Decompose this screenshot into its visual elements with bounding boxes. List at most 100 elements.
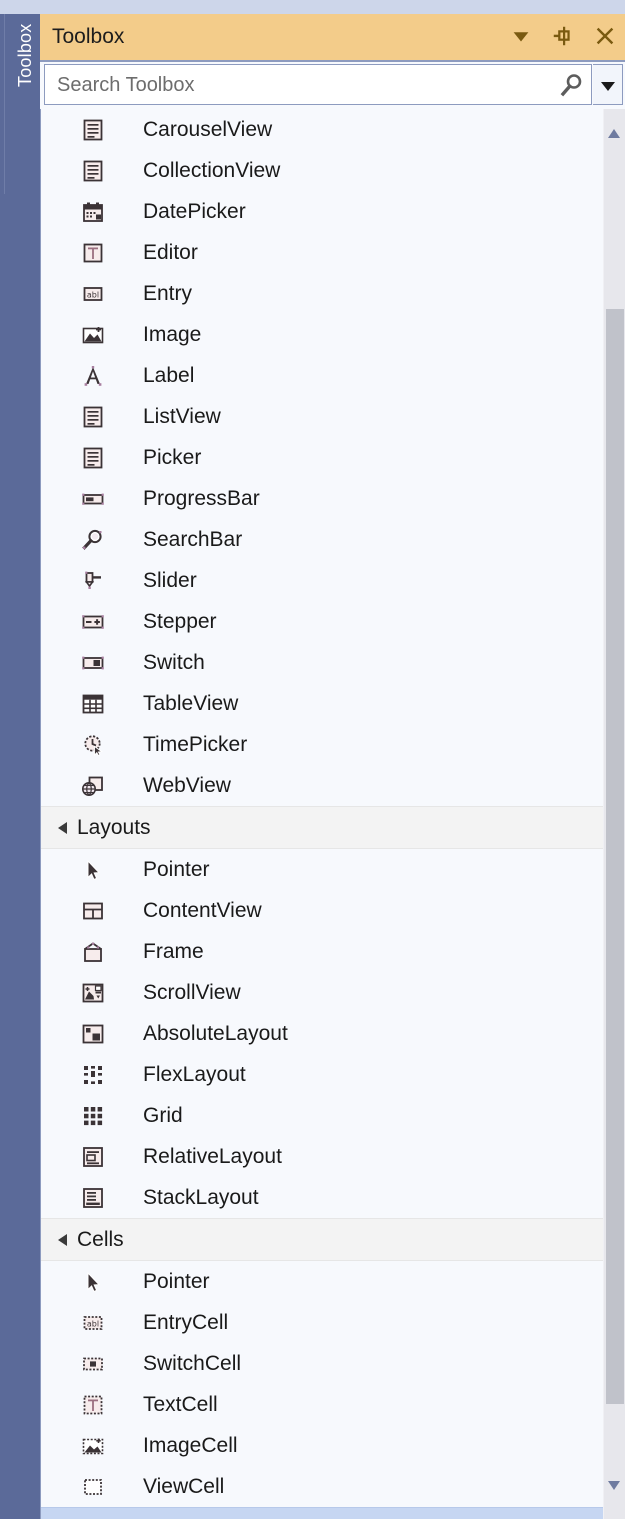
toolbox-item[interactable]: DatePicker [41,191,605,232]
toolbox-item[interactable]: AbsoluteLayout [41,1013,605,1054]
toolbox-item[interactable]: Grid [41,1095,605,1136]
toolbox-item[interactable]: SearchBar [41,519,605,560]
toolbox-item[interactable]: ViewCell [41,1466,605,1507]
switch-cell-icon [83,1357,103,1371]
dropdown-menu-button[interactable] [509,24,535,50]
toolbox-item[interactable]: ContentView [41,890,605,931]
toolbox-item-label: TimePicker [143,733,248,756]
pointer-icon-wrap [81,1270,105,1294]
toolbox-item[interactable]: StackLayout [41,1177,605,1218]
picker-icon [83,447,103,469]
auto-hide-button[interactable] [551,24,577,50]
progress-bar-icon-wrap [81,487,105,511]
toolbox-item[interactable]: ScrollView [41,972,605,1013]
vertical-scrollbar[interactable] [603,109,625,1519]
toolbox-item-label: StackLayout [143,1186,259,1209]
toolbox-item[interactable]: Label [41,355,605,396]
toolbox-item-label: FlexLayout [143,1063,246,1086]
toolbox-item[interactable]: CollectionView [41,150,605,191]
flex-layout-icon [84,1066,102,1084]
entry-icon-wrap: abl [81,282,105,306]
carousel-view-icon-wrap [81,118,105,142]
title-bar-buttons [509,14,619,60]
section-header-layouts[interactable]: Layouts [41,806,605,849]
toolbox-item-label: Grid [143,1104,183,1127]
switch-icon [82,656,104,670]
editor-icon-wrap [81,241,105,265]
image-icon-wrap [81,323,105,347]
toolbox-item[interactable]: ListView [41,396,605,437]
vertical-tab-toolbox[interactable]: Toolbox [4,14,41,194]
toolbox-item[interactable]: abl EntryCell [41,1302,605,1343]
toolbox-item[interactable]: FlexLayout [41,1054,605,1095]
switch-icon-wrap [81,651,105,675]
toolbox-item[interactable]: abl Entry [41,273,605,314]
image-cell-icon-wrap [81,1434,105,1458]
grid-icon [84,1107,103,1126]
toolbox-item-label: SwitchCell [143,1352,242,1375]
pin-icon [553,26,570,46]
toolbox-item[interactable]: TimePicker [41,724,605,765]
toolbox-item[interactable]: Slider [41,560,605,601]
view-cell-icon-wrap [81,1475,105,1499]
relative-layout-icon [83,1147,103,1167]
search-bar-icon-wrap [81,528,105,552]
scroll-view-icon-wrap [81,981,105,1005]
toolbox-item[interactable]: Pointer [41,1261,605,1302]
entry-icon: abl [83,287,103,301]
close-button[interactable] [593,24,619,50]
scroll-down-button[interactable] [604,1475,625,1497]
frame-icon [84,942,102,962]
section-header-general[interactable]: General [41,1507,605,1519]
toolbox-item-label: ListView [143,405,221,428]
table-view-icon-wrap [81,692,105,716]
toolbox-item[interactable]: Editor [41,232,605,273]
vertical-tab-label: Toolbox [15,24,35,88]
search-box[interactable] [44,64,592,106]
toolbox-item-label: DatePicker [143,200,246,223]
toolbox-item[interactable]: SwitchCell [41,1343,605,1384]
date-picker-icon-wrap [81,200,105,224]
scrollbar-thumb[interactable] [606,309,624,1404]
toolbox-item[interactable]: ImageCell [41,1425,605,1466]
toolbox-item[interactable]: Stepper [41,601,605,642]
toolbox-item[interactable]: TableView [41,683,605,724]
search-bar-icon [82,529,102,550]
toolbox-item[interactable]: RelativeLayout [41,1136,605,1177]
pointer-icon [87,859,101,881]
label-icon [84,366,102,386]
toolbox-item[interactable]: CarouselView [41,109,605,150]
toolbox-item-list[interactable]: CarouselView CollectionView DatePicker Edit… [40,109,625,1519]
toolbox-item[interactable]: TextCell [41,1384,605,1425]
toolbox-window: Toolbox Toolbox Search Toolbox CarouselV… [0,0,625,1519]
toolbox-item[interactable]: Picker [41,437,605,478]
slider-icon-wrap [81,569,105,593]
section-header-cells[interactable]: Cells [41,1218,605,1261]
triangle-down-icon [608,1481,620,1490]
magnifier-icon [560,74,582,97]
pointer-icon [87,1271,101,1293]
content-view-icon-wrap [81,899,105,923]
toolbox-item[interactable]: Pointer [41,849,605,890]
toolbox-item[interactable]: Frame [41,931,605,972]
search-row [40,62,625,109]
toolbox-item[interactable]: WebView [41,765,605,806]
table-view-icon [82,694,104,714]
entry-cell-icon-wrap: abl [81,1311,105,1335]
toolbox-item-label: Entry [143,282,193,305]
time-picker-icon-wrap [81,733,105,757]
toolbox-item[interactable]: Switch [41,642,605,683]
toolbox-item[interactable]: Image [41,314,605,355]
entry-cell-icon: abl [83,1316,103,1330]
text-cell-icon [83,1395,103,1415]
absolute-layout-icon-wrap [81,1022,105,1046]
scroll-up-button[interactable] [604,123,625,145]
stack-layout-icon-wrap [81,1186,105,1210]
search-options-dropdown[interactable] [593,64,623,105]
toolbox-item[interactable]: ProgressBar [41,478,605,519]
text-cell-icon-wrap [81,1393,105,1417]
image-cell-icon [82,1438,104,1455]
image-icon [82,327,104,344]
web-view-icon [82,776,103,796]
search-input[interactable] [55,65,539,106]
